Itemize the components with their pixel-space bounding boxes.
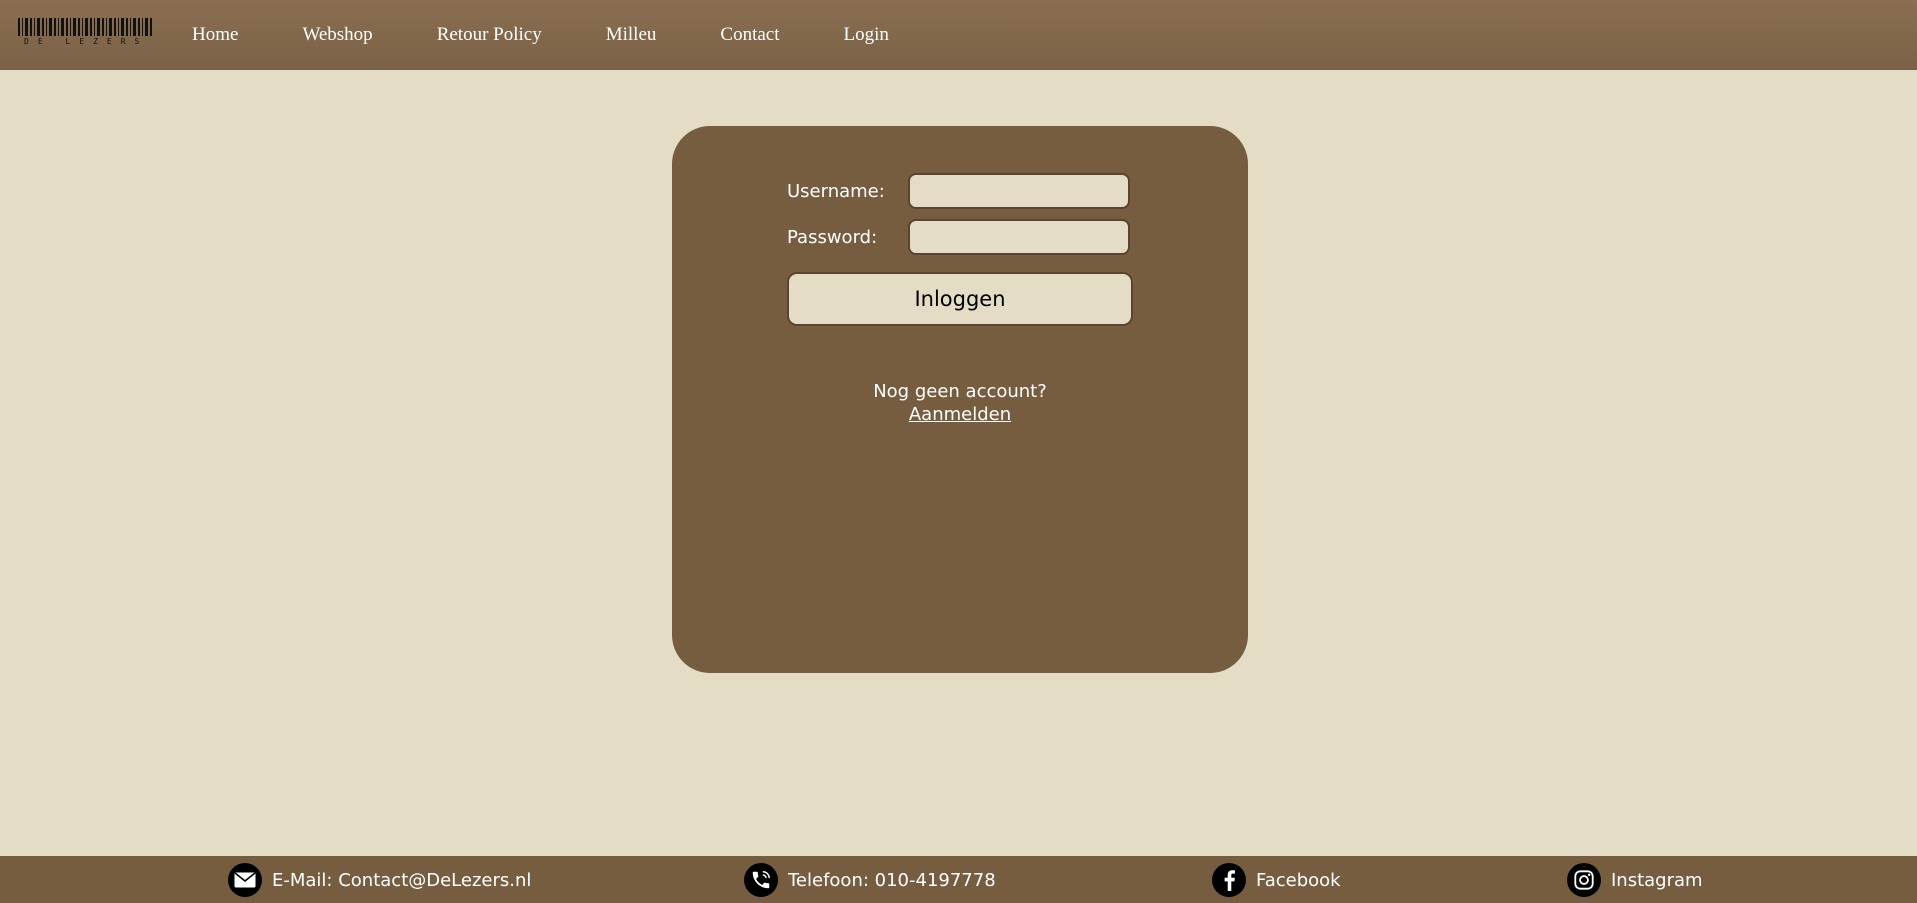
logo-text: DE LEZERS [24,37,149,46]
instagram-icon [1567,863,1601,897]
password-label: Password: [787,226,878,248]
footer-bar: E-Mail: Contact@DeLezers.nl Telefoon: 01… [0,856,1917,903]
de-lezers-logo[interactable]: DE LEZERS [18,18,154,48]
aanmelden-link[interactable]: Aanmelden [909,404,1011,425]
footer-email[interactable]: E-Mail: Contact@DeLezers.nl [228,863,531,897]
facebook-icon [1212,863,1246,897]
password-row: Password: [787,218,1139,256]
footer-instagram[interactable]: Instagram [1567,863,1703,897]
login-card: Username: Password: Inloggen Nog geen ac… [672,126,1248,673]
nav-retour-policy[interactable]: Retour Policy [437,24,542,46]
main-nav: Home Webshop Retour Policy Milleu Contac… [192,0,953,70]
barcode-logo-graphic [18,18,154,36]
nav-login[interactable]: Login [844,24,889,46]
username-row: Username: [787,172,1139,210]
nav-home[interactable]: Home [192,24,238,46]
nav-contact[interactable]: Contact [720,24,779,46]
nav-webshop[interactable]: Webshop [302,24,372,46]
footer-phone[interactable]: Telefoon: 010-4197778 [744,863,996,897]
username-input[interactable] [908,173,1130,209]
inloggen-button[interactable]: Inloggen [787,272,1133,326]
footer-phone-text: Telefoon: 010-4197778 [788,869,996,891]
password-input[interactable] [908,219,1130,255]
footer-email-text: E-Mail: Contact@DeLezers.nl [272,869,532,891]
nav-milleu[interactable]: Milleu [606,24,657,46]
phone-icon [744,863,778,897]
no-account-text: Nog geen account? [873,381,1047,402]
footer-facebook[interactable]: Facebook [1212,863,1341,897]
username-label: Username: [787,180,885,202]
footer-facebook-text: Facebook [1256,869,1341,891]
signup-prompt: Nog geen account? Aanmelden [672,380,1248,426]
mail-icon [228,863,262,897]
top-navigation-bar: DE LEZERS Home Webshop Retour Policy Mil… [0,0,1917,70]
footer-instagram-text: Instagram [1611,869,1703,891]
